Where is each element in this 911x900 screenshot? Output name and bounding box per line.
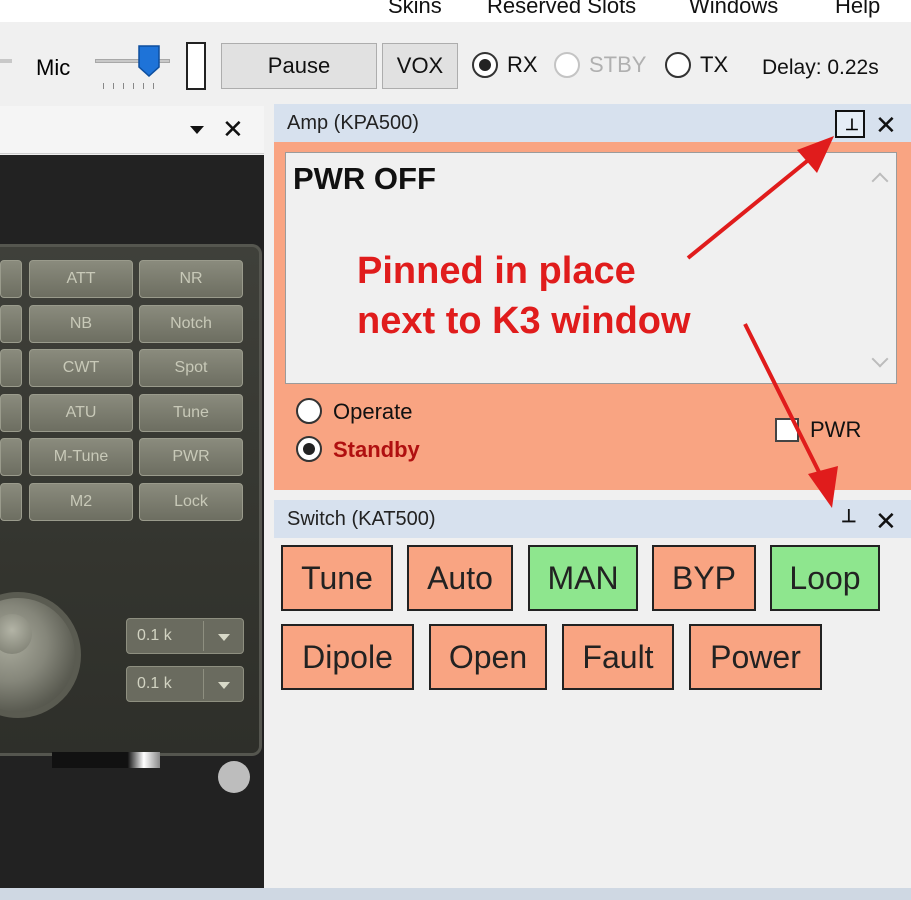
close-icon[interactable]: ✕ [875,110,897,141]
annotation-line-2: next to K3 window [357,300,691,342]
k3-button-spot[interactable]: Spot [139,349,243,387]
auto-button[interactable]: Auto [407,545,513,611]
panel-menu-dropdown-icon[interactable] [190,126,204,134]
k3-button-tune[interactable]: Tune [139,394,243,432]
stby-label: STBY [589,52,647,77]
tx-label: TX [700,52,729,77]
level-meter [186,42,206,90]
k3-button-partial[interactable] [0,438,22,476]
k3-button-partial[interactable] [0,349,22,387]
power-button[interactable]: Power [689,624,822,690]
close-icon[interactable]: ✕ [875,506,897,537]
mic-slider-ticks [103,83,163,89]
loop-button[interactable]: Loop [770,545,880,611]
k3-button-pwr[interactable]: PWR [139,438,243,476]
menu-bar: Skins Reserved Slots Windows Help [0,0,911,22]
k3-button-nb[interactable]: NB [29,305,133,343]
k3-meter-bar [52,752,160,768]
k3-button-nr[interactable]: NR [139,260,243,298]
pwr-checkbox-label: PWR [810,417,862,442]
pwr-checkbox[interactable] [775,418,799,442]
pin-icon[interactable]: ⊥ [835,110,865,138]
mic-slider-thumb[interactable] [138,45,160,77]
mic-label: Mic [36,55,71,80]
operate-label: Operate [333,399,413,424]
amp-status-text: PWR OFF [293,161,436,196]
k3-button-cwt[interactable]: CWT [29,349,133,387]
volume-slider-track[interactable] [0,59,12,63]
k3-button-att[interactable]: ATT [29,260,133,298]
k3-step-dropdown-2[interactable]: 0.1 k [126,666,244,702]
amp-display-scrollbar[interactable] [866,153,896,383]
menu-reserved-slots[interactable]: Reserved Slots [487,0,636,19]
k3-button-notch[interactable]: Notch [139,305,243,343]
k3-step-dropdown-1[interactable]: 0.1 k [126,618,244,654]
k3-button-partial[interactable] [0,305,22,343]
switch-panel-title: Switch (KAT500) [287,508,436,530]
amp-panel-title: Amp (KPA500) [287,112,419,134]
vox-button[interactable]: VOX [382,43,458,89]
tx-radio[interactable] [665,52,691,78]
k3-button-atu[interactable]: ATU [29,394,133,432]
menu-skins[interactable]: Skins [388,0,442,19]
man-button[interactable]: MAN [528,545,638,611]
annotation-line-1: Pinned in place [357,250,636,292]
menu-help[interactable]: Help [835,0,880,19]
rx-label: RX [507,52,538,77]
k3-step-value: 0.1 k [137,675,172,692]
k3-button-partial[interactable] [0,260,22,298]
fault-button[interactable]: Fault [562,624,674,690]
menu-windows[interactable]: Windows [689,0,778,19]
tune-button[interactable]: Tune [281,545,393,611]
standby-label: Standby [333,437,420,462]
dipole-button[interactable]: Dipole [281,624,414,690]
operate-radio[interactable] [296,398,322,424]
standby-radio[interactable] [296,436,322,462]
k3-button-partial[interactable] [0,394,22,432]
k3-button-m-tune[interactable]: M-Tune [29,438,133,476]
scroll-down-icon[interactable] [871,350,889,368]
stby-radio [554,52,580,78]
pin-icon[interactable]: ⊥ [841,506,857,527]
k3-button-partial[interactable] [0,483,22,521]
k3-button-m2[interactable]: M2 [29,483,133,521]
k3-button-lock[interactable]: Lock [139,483,243,521]
k3-step-value: 0.1 k [137,627,172,644]
delay-readout: Delay: 0.22s [762,56,879,79]
status-strip [0,888,911,900]
scroll-up-icon[interactable] [871,172,889,190]
chevron-down-icon [218,634,230,641]
chevron-down-icon [218,682,230,689]
pause-button[interactable]: Pause [221,43,377,89]
open-button[interactable]: Open [429,624,547,690]
rx-radio[interactable] [472,52,498,78]
byp-button[interactable]: BYP [652,545,756,611]
close-icon[interactable]: ✕ [222,114,244,145]
k3-indicator-dot [218,761,250,793]
